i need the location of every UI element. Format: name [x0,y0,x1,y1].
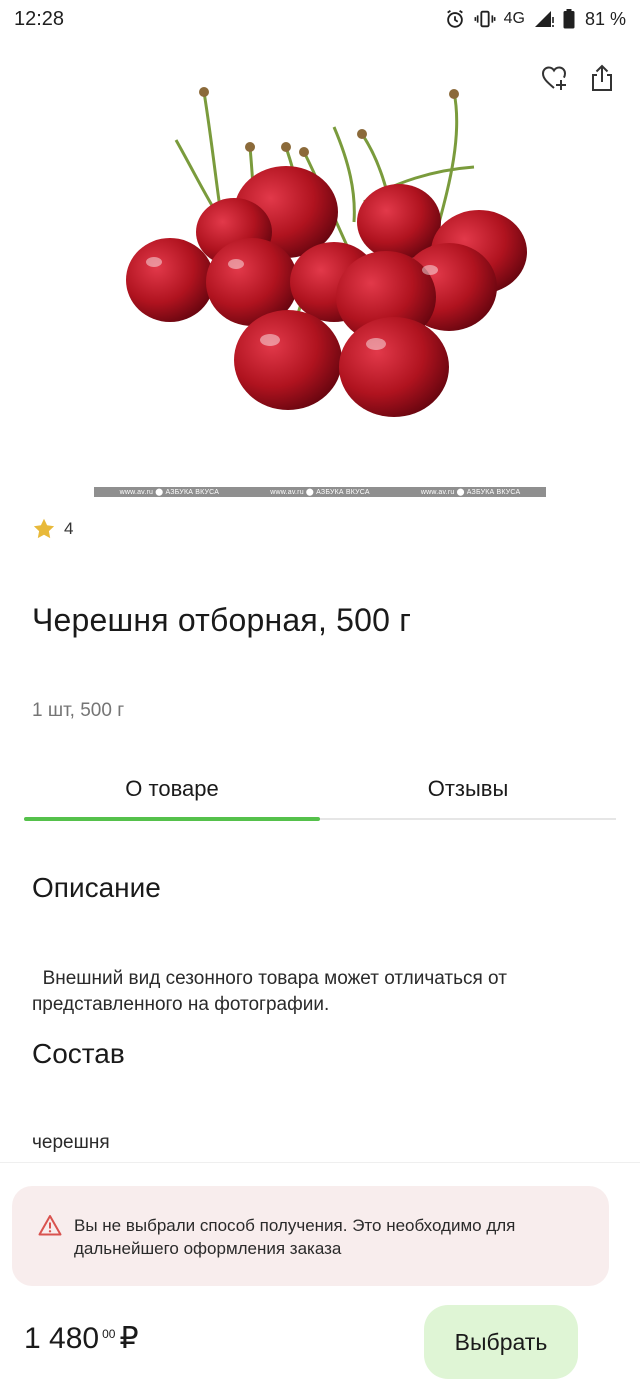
watermark-text: www.av.ru ⬤ АЗБУКА ВКУСА [119,489,220,496]
watermark-text: www.av.ru ⬤ АЗБУКА ВКУСА [420,489,521,496]
tab-reviews[interactable]: Отзывы [320,760,616,818]
price-main: 1 480 [24,1322,100,1355]
rating-value: 4 [64,519,74,538]
network-type: 4G [503,10,525,27]
image-watermark: www.av.ru ⬤ АЗБУКА ВКУСА www.av.ru ⬤ АЗБ… [94,487,546,497]
price-currency: ₽ [119,1322,139,1355]
divider [0,1162,640,1163]
product-title: Черешня отборная, 500 г [32,602,412,638]
battery-percentage: 81 % [584,8,626,29]
warning-icon [38,1215,62,1236]
star-icon [33,518,55,539]
status-time: 12:28 [14,8,65,30]
product-price: 1 480 00 ₽ [24,1320,139,1358]
share-button[interactable] [584,60,620,96]
status-bar: 12:28 4G 81 % [0,0,640,40]
signal-icon [534,11,554,27]
composition-text: черешня [32,1132,110,1153]
product-tabs: О товаре Отзывы [24,760,616,821]
product-subtitle: 1 шт, 500 г [32,700,125,721]
alarm-icon [446,9,463,28]
description-title: Описание [32,872,161,903]
warning-text: Вы не выбрали способ получения. Это необ… [74,1216,516,1258]
share-icon [592,64,612,91]
watermark-text: www.av.ru ⬤ АЗБУКА ВКУСА [270,489,370,496]
description-text: Внешний вид сезонного товара может отлич… [32,968,513,1015]
select-button[interactable]: Выбрать [424,1305,578,1379]
tab-about[interactable]: О товаре [24,760,320,821]
status-icons: 4G 81 % [444,6,626,32]
product-image [126,87,527,417]
price-kopecks: 00 [102,1327,116,1341]
vibrate-icon [474,10,496,28]
composition-title: Состав [32,1038,125,1069]
product-rating[interactable]: 4 [32,517,73,541]
battery-icon [563,9,575,29]
delivery-warning[interactable]: Вы не выбрали способ получения. Это необ… [12,1186,609,1286]
